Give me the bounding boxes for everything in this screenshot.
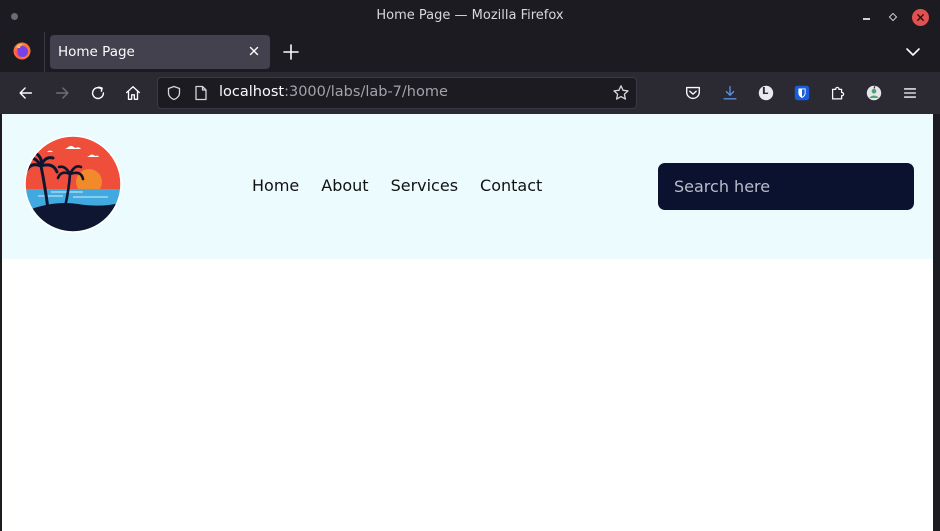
- profile-extension-button[interactable]: L: [756, 83, 776, 103]
- page-viewport: Home About Services Contact: [2, 114, 933, 531]
- back-arrow-icon: [19, 87, 33, 99]
- bitwarden-icon: [794, 85, 810, 101]
- nav-link-services[interactable]: Services: [391, 176, 458, 195]
- bookmark-star-icon[interactable]: [612, 84, 630, 102]
- tab-label: Home Page: [58, 44, 135, 60]
- close-icon: [917, 14, 924, 21]
- download-icon: [723, 86, 737, 100]
- new-tab-icon[interactable]: [282, 43, 300, 61]
- url-text[interactable]: localhost:3000/labs/lab-7/home: [219, 84, 448, 100]
- reload-button[interactable]: [88, 83, 108, 103]
- minimize-button[interactable]: [858, 9, 874, 25]
- site-logo[interactable]: [23, 134, 123, 234]
- extensions-button[interactable]: [828, 83, 848, 103]
- site-navigation: Home About Services Contact: [252, 176, 564, 195]
- url-path: :3000/labs/lab-7/home: [284, 84, 448, 100]
- nav-link-contact[interactable]: Contact: [480, 176, 542, 195]
- tracking-protection-shield-icon[interactable]: [166, 85, 182, 101]
- maximize-button[interactable]: [885, 9, 901, 25]
- close-window-button[interactable]: [912, 9, 929, 26]
- forward-arrow-icon: [55, 87, 69, 99]
- account-icon: [866, 85, 882, 101]
- bitwarden-button[interactable]: [792, 83, 812, 103]
- window-right-edge: [933, 114, 940, 531]
- extensions-puzzle-icon: [831, 86, 845, 100]
- reload-icon: [91, 86, 105, 100]
- maximize-icon: [888, 12, 898, 22]
- site-search-input[interactable]: [658, 163, 914, 210]
- pocket-button[interactable]: [683, 83, 703, 103]
- url-host: localhost: [219, 84, 285, 100]
- list-all-tabs-icon[interactable]: [905, 44, 921, 60]
- menu-icon: [903, 88, 917, 98]
- window-title: Home Page — Mozilla Firefox: [376, 8, 564, 23]
- forward-button[interactable]: [52, 83, 72, 103]
- nav-link-home[interactable]: Home: [252, 176, 299, 195]
- page-info-icon[interactable]: [194, 85, 208, 101]
- home-icon: [126, 86, 140, 100]
- back-button[interactable]: [16, 83, 36, 103]
- downloads-button[interactable]: [720, 83, 740, 103]
- window-titlebar: Home Page — Mozilla Firefox: [0, 0, 940, 32]
- close-tab-icon[interactable]: [247, 44, 261, 58]
- app-menu-button[interactable]: [900, 83, 920, 103]
- profile-letter: L: [762, 86, 769, 97]
- home-button[interactable]: [123, 83, 143, 103]
- site-header: Home About Services Contact: [2, 114, 933, 259]
- tab-strip: Home Page: [0, 32, 940, 72]
- url-bar[interactable]: localhost:3000/labs/lab-7/home: [157, 77, 637, 109]
- tab-home-page[interactable]: Home Page: [50, 35, 270, 69]
- nav-link-about[interactable]: About: [321, 176, 368, 195]
- firefox-view-icon[interactable]: [12, 41, 32, 61]
- minimize-icon: [862, 18, 870, 20]
- account-button[interactable]: [864, 83, 884, 103]
- pocket-icon: [686, 86, 700, 100]
- navigation-toolbar: localhost:3000/labs/lab-7/home L: [0, 72, 940, 114]
- tab-divider: [44, 32, 45, 72]
